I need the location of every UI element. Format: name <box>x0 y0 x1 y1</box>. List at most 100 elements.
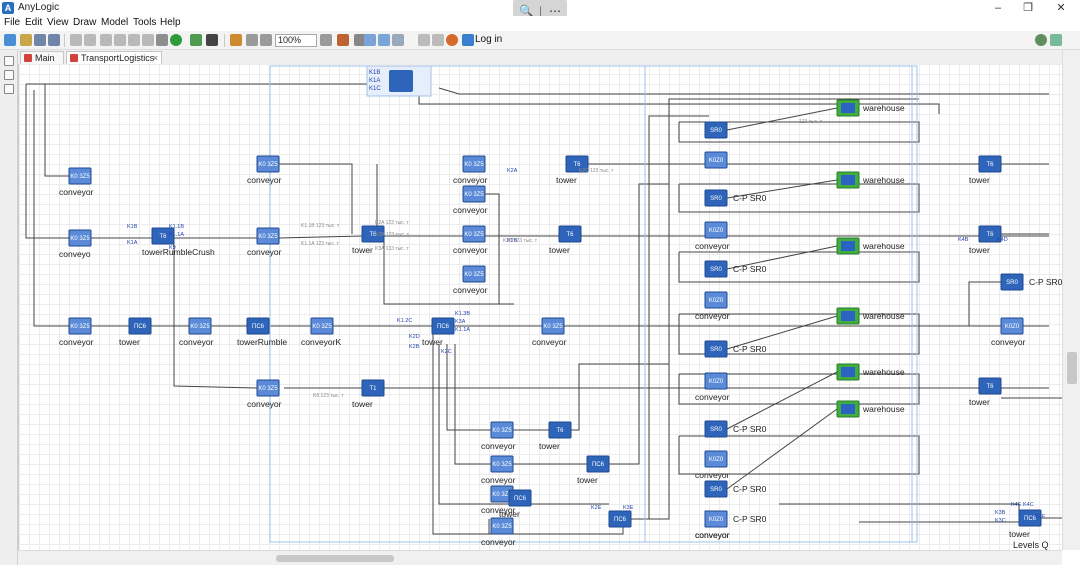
zoom-in-icon[interactable] <box>260 34 272 46</box>
minimize-button[interactable]: – <box>983 1 1013 15</box>
debug-icon[interactable] <box>190 34 202 46</box>
block-conveyor-conv-f[interactable]: K0 3Z5 conveyor <box>179 317 214 347</box>
maximize-button[interactable]: ❐ <box>1013 1 1043 15</box>
block-tower-t-5[interactable]: T6 tower <box>549 225 582 255</box>
block-conveyor-conv-m[interactable]: K0 3Z5 conveyor <box>532 317 567 347</box>
settings-gear-icon[interactable] <box>1050 34 1062 46</box>
distribute-icon[interactable] <box>432 34 444 46</box>
zoom-level-select[interactable]: 100% <box>275 34 317 47</box>
block-sr-sr-4[interactable]: SR0 C-P SR0 <box>704 340 767 358</box>
login-button[interactable]: Log in <box>475 34 502 45</box>
user-icon[interactable] <box>462 34 474 46</box>
open-icon[interactable] <box>20 34 32 46</box>
properties-view-icon[interactable] <box>4 84 14 94</box>
cut-icon[interactable] <box>100 34 112 46</box>
block-sr-sr-2[interactable]: SR0 C-P SR0 <box>704 189 767 207</box>
align-icon[interactable] <box>418 34 430 46</box>
undo-icon[interactable] <box>70 34 82 46</box>
block-conveyor-conv-r[interactable]: K0Z0 conveyor <box>991 317 1026 347</box>
horizontal-scrollbar[interactable] <box>18 550 1062 565</box>
port-label: K9 <box>169 245 176 251</box>
vertical-scrollbar[interactable] <box>1062 50 1080 550</box>
save-all-icon[interactable] <box>48 34 60 46</box>
block-conveyor-conv-b[interactable]: K0 3Z5 conveyo <box>59 229 92 259</box>
new-model-icon[interactable] <box>4 34 16 46</box>
paste-icon[interactable] <box>128 34 140 46</box>
palette-icon[interactable] <box>337 34 349 46</box>
block-warehouse-wh-2[interactable]: warehouse <box>836 171 905 189</box>
perspective-icon[interactable] <box>1035 34 1047 46</box>
block-conveyor-conv-l[interactable]: K0 3Z5 conveyor <box>453 265 488 295</box>
block-sr-sr-6[interactable]: SR0 C-P SR0 <box>704 480 767 498</box>
block-conveyor-conv-c[interactable]: K0 3Z5 conveyor <box>247 155 282 185</box>
block-conveyor-conv-k[interactable]: K0 3Z5 conveyor <box>453 225 488 255</box>
model-canvas[interactable]: K1B K1A K1C K0 3Z5 conveyor K0 3Z5 conveyo T6 to… <box>18 64 1062 550</box>
block-icon-text: K0 3Z5 <box>492 524 512 530</box>
block-conveyor-conv-j[interactable]: K0 3Z5 conveyor <box>453 185 488 215</box>
block-tower-t-rumble[interactable]: ПС6 towerRumble <box>237 317 287 347</box>
menu-draw[interactable]: Draw <box>73 17 96 28</box>
block-tower-t-6[interactable]: ПС6 tower <box>422 317 455 347</box>
block-tower-t-9[interactable]: ПС6 <box>608 510 632 528</box>
block-tower-t-r1[interactable]: T6 tower <box>969 155 1002 185</box>
block-conveyor-conv-h[interactable]: K0 3Z5 conveyor <box>247 379 282 409</box>
menu-help[interactable]: Help <box>160 17 181 28</box>
projects-view-icon[interactable] <box>4 56 14 66</box>
block-conveyor-sr-1k[interactable]: K0Z0 <box>704 151 728 169</box>
block-sr-sr-1[interactable]: SR0 <box>704 121 728 139</box>
block-warehouse-wh-6[interactable]: warehouse <box>836 400 905 418</box>
hub-block[interactable]: K1B K1A K1C <box>366 65 432 97</box>
block-conveyor-conv-d[interactable]: K0 3Z5 conveyor <box>247 227 282 257</box>
block-icon-text: SR0 <box>710 427 722 433</box>
grid-icon[interactable] <box>364 34 376 46</box>
menu-edit[interactable]: Edit <box>25 17 42 28</box>
block-warehouse-wh-4[interactable]: warehouse <box>836 307 905 325</box>
block-warehouse-wh-5[interactable]: warehouse <box>836 363 905 381</box>
menu-tools[interactable]: Tools <box>133 17 156 28</box>
block-sr-sr-3[interactable]: SR0 C-P SR0 <box>704 260 767 278</box>
block-conveyor-conv-e[interactable]: K0 3Z5 conveyor <box>59 317 94 347</box>
block-conveyor-sr-3k[interactable]: K0Z0 conveyor <box>695 291 730 321</box>
block-conveyor-conv-o[interactable]: K0 3Z5 conveyor <box>481 455 516 485</box>
layers-icon[interactable] <box>392 34 404 46</box>
pointer-icon[interactable] <box>230 34 242 46</box>
fit-window-icon[interactable] <box>246 34 258 46</box>
cloud-icon[interactable] <box>446 34 458 46</box>
block-tower-t-1[interactable]: ПС6 tower <box>119 317 152 347</box>
scroll-thumb[interactable] <box>1067 352 1077 384</box>
block-tower-t-7[interactable]: T6 tower <box>539 421 572 451</box>
palette-view-icon[interactable] <box>4 70 14 80</box>
block-warehouse-wh-1[interactable]: warehouse <box>836 99 905 117</box>
tab-main[interactable]: Main <box>20 51 64 64</box>
block-sr-sr-r[interactable]: SR0 C-P SR0 <box>1000 273 1062 291</box>
block-conveyor-conv-n[interactable]: K0 3Z5 conveyor <box>481 421 516 451</box>
block-conveyor-conv-i[interactable]: K0 3Z5 conveyor <box>453 155 488 185</box>
block-conveyor-sr-7k[interactable]: K0Z0 conveyor <box>695 510 730 540</box>
menu-file[interactable]: File <box>4 17 20 28</box>
delete-icon[interactable] <box>142 34 154 46</box>
tab-transport-logistics[interactable]: TransportLogistics × <box>66 51 162 64</box>
block-conveyor-conv-a[interactable]: K0 3Z5 conveyor <box>59 167 94 197</box>
menu-view[interactable]: View <box>47 17 69 28</box>
run-icon[interactable] <box>170 34 182 46</box>
menu-model[interactable]: Model <box>101 17 128 28</box>
scroll-thumb[interactable] <box>276 555 394 562</box>
block-tower-t-r3[interactable]: T6 tower <box>969 377 1002 407</box>
block-tower-t-8[interactable]: ПС6 tower <box>577 455 610 485</box>
redo-icon[interactable] <box>84 34 96 46</box>
save-icon[interactable] <box>34 34 46 46</box>
close-button[interactable]: ✕ <box>1046 1 1076 15</box>
zoom-out-icon[interactable] <box>320 34 332 46</box>
block-conveyor-sr-5k[interactable]: K0Z0 conveyor <box>695 450 730 480</box>
snap-icon[interactable] <box>378 34 390 46</box>
stop-icon[interactable] <box>206 34 218 46</box>
close-tab-icon[interactable]: × <box>153 52 158 64</box>
block-tower-t-2[interactable]: T1 tower <box>352 379 385 409</box>
block-conveyor-conv-q[interactable]: K0 3Z5 conveyor <box>481 517 516 547</box>
block-conveyor-conv-g[interactable]: K0 3Z5 conveyorK <box>301 317 341 347</box>
build-icon[interactable] <box>156 34 168 46</box>
block-label: tower <box>549 245 570 255</box>
tab-label: TransportLogistics <box>81 53 155 63</box>
copy-icon[interactable] <box>114 34 126 46</box>
block-sr-sr-5[interactable]: SR0 C-P SR0 <box>704 420 767 438</box>
